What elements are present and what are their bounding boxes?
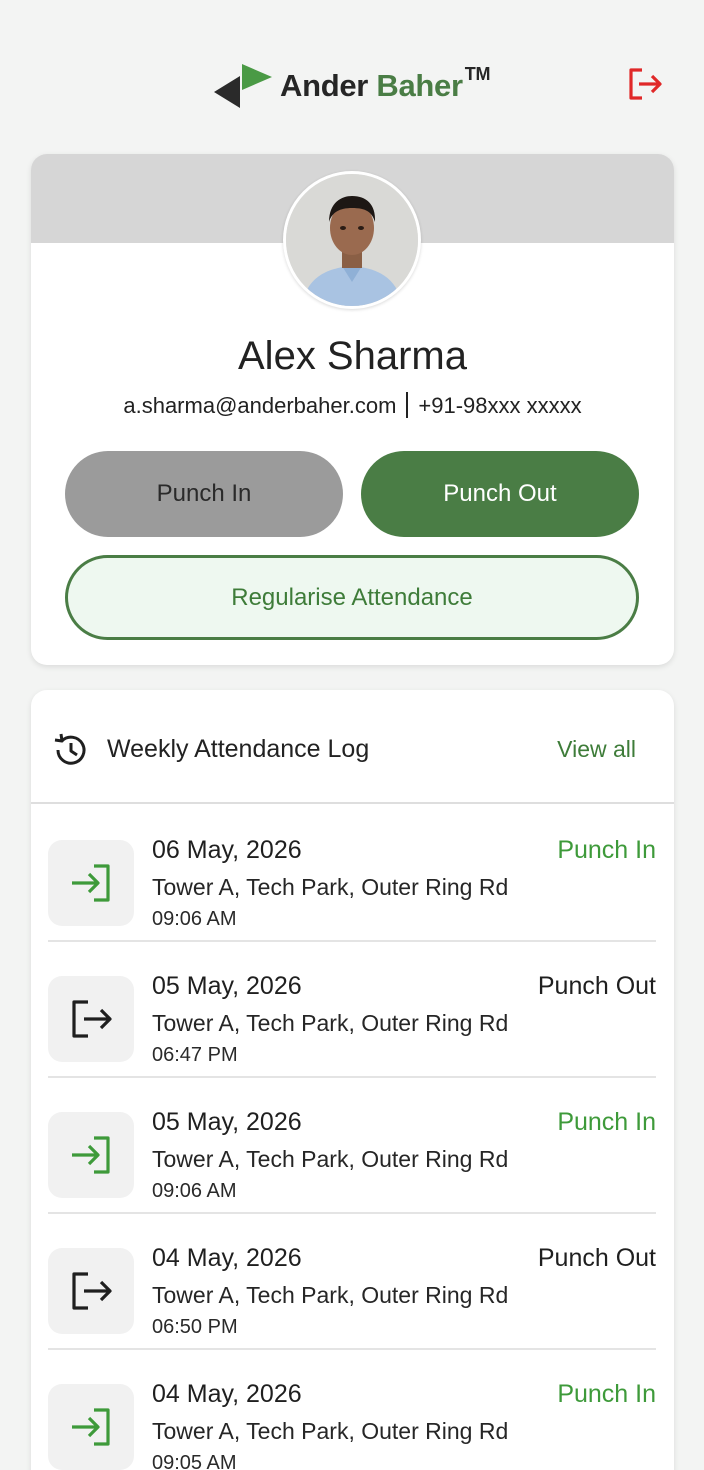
entry-icon-box: [48, 1384, 134, 1470]
entry-type-badge: Punch Out: [537, 1244, 656, 1272]
entry-date: 04 May, 2026: [152, 1244, 302, 1272]
app-header: Ander Baher TM: [0, 0, 704, 150]
brand-logo: Ander Baher TM: [212, 58, 490, 110]
punch-out-button[interactable]: Punch Out: [361, 451, 639, 537]
brand-name-part2: Baher: [376, 68, 463, 103]
profile-contact: a.sharma@anderbaher.com +91-98xxx xxxxx: [31, 392, 674, 419]
punch-in-button[interactable]: Punch In: [65, 451, 343, 537]
entry-time: 06:47 PM: [152, 1044, 238, 1066]
brand-name: Ander Baher TM: [280, 64, 490, 104]
entry-type-badge: Punch In: [557, 836, 656, 864]
profile-email: a.sharma@anderbaher.com: [123, 393, 397, 418]
avatar: [283, 171, 421, 309]
entry-date: 04 May, 2026: [152, 1380, 302, 1408]
entry-icon-box: [48, 1248, 134, 1334]
entry-date: 05 May, 2026: [152, 972, 302, 1000]
logout-icon: [72, 1272, 112, 1310]
entry-icon-box: [48, 976, 134, 1062]
attendance-log-card: Weekly Attendance Log View all 06 May, 2…: [31, 690, 674, 1470]
entry-icon-box: [48, 1112, 134, 1198]
logout-icon: [629, 68, 662, 100]
login-icon: [72, 864, 110, 902]
log-entry[interactable]: 06 May, 2026 Tower A, Tech Park, Outer R…: [31, 806, 674, 942]
log-list: 06 May, 2026 Tower A, Tech Park, Outer R…: [31, 806, 674, 1470]
profile-card: Alex Sharma a.sharma@anderbaher.com +91-9…: [31, 154, 674, 665]
entry-icon-box: [48, 840, 134, 926]
entry-time: 09:06 AM: [152, 1180, 237, 1202]
app-screen: Ander Baher TM Alex Sharma a.sharma@ande…: [0, 0, 704, 1470]
brand-mark-icon: [214, 64, 272, 108]
entry-location: Tower A, Tech Park, Outer Ring Rd: [152, 874, 509, 900]
regularise-attendance-button[interactable]: Regularise Attendance: [65, 555, 639, 640]
log-header: Weekly Attendance Log View all: [31, 690, 674, 804]
brand-trademark: TM: [464, 64, 491, 84]
entry-type-badge: Punch Out: [537, 972, 656, 1000]
entry-location: Tower A, Tech Park, Outer Ring Rd: [152, 1282, 509, 1308]
entry-location: Tower A, Tech Park, Outer Ring Rd: [152, 1010, 509, 1036]
brand-name-part1: Ander: [280, 68, 377, 103]
logout-icon: [72, 1000, 112, 1038]
entry-location: Tower A, Tech Park, Outer Ring Rd: [152, 1146, 509, 1172]
logout-button[interactable]: [624, 64, 666, 104]
entry-time: 09:05 AM: [152, 1452, 237, 1470]
login-icon: [72, 1136, 110, 1174]
entry-date: 05 May, 2026: [152, 1108, 302, 1136]
log-entry[interactable]: 05 May, 2026 Tower A, Tech Park, Outer R…: [31, 1078, 674, 1214]
view-all-link[interactable]: View all: [557, 736, 636, 763]
entry-type-badge: Punch In: [557, 1108, 656, 1136]
profile-phone: +91-98xxx xxxxx: [418, 393, 582, 418]
contact-divider: [406, 392, 409, 418]
profile-name: Alex Sharma: [238, 334, 467, 378]
entry-date: 06 May, 2026: [152, 836, 302, 864]
entry-time: 09:06 AM: [152, 908, 237, 930]
user-avatar-icon: [286, 174, 418, 306]
log-entry[interactable]: 04 May, 2026 Tower A, Tech Park, Outer R…: [31, 1214, 674, 1350]
login-icon: [72, 1408, 110, 1446]
entry-location: Tower A, Tech Park, Outer Ring Rd: [152, 1418, 509, 1444]
log-title: Weekly Attendance Log: [107, 735, 370, 763]
history-icon: [54, 733, 86, 765]
log-entry[interactable]: 04 May, 2026 Tower A, Tech Park, Outer R…: [31, 1350, 674, 1470]
entry-type-badge: Punch In: [557, 1380, 656, 1408]
log-entry[interactable]: 05 May, 2026 Tower A, Tech Park, Outer R…: [31, 942, 674, 1078]
entry-time: 06:50 PM: [152, 1316, 238, 1338]
